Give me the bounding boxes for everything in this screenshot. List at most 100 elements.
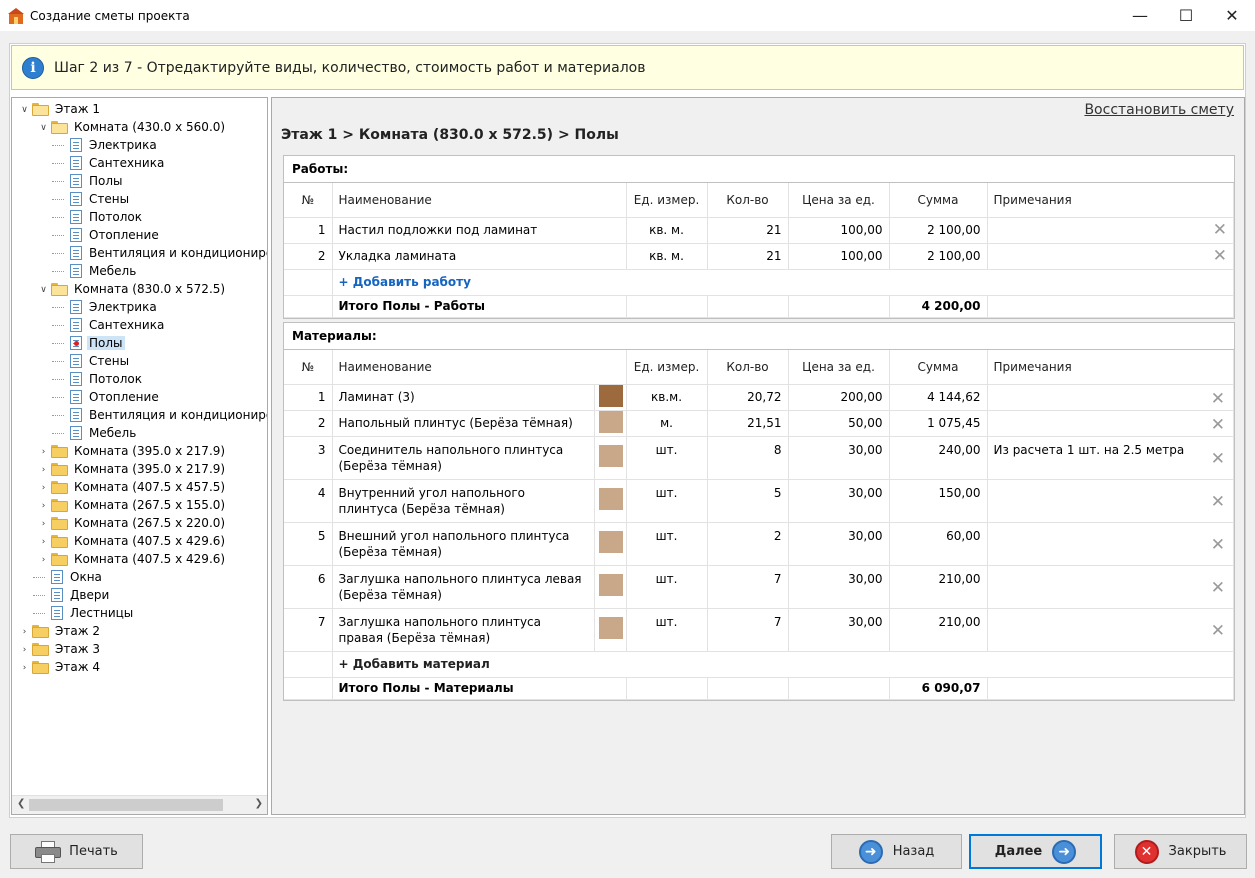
tree-item[interactable]: Стены [70,352,131,370]
tree-folder[interactable]: Комната (395.0 x 217.9) [51,460,227,478]
works-rows: 1 Настил подложки под ламинат кв. м. 21 100,… [284,217,1234,270]
maximize-button[interactable]: ☐ [1163,0,1209,31]
scroll-left-icon[interactable]: ❮ [17,798,25,809]
texture-swatch [598,574,623,596]
tree-item[interactable]: Электрика [70,298,159,316]
tree-connector [33,613,45,614]
close-button[interactable]: ✕ Закрыть [1114,834,1247,869]
tree-item[interactable]: Лестницы [51,604,135,622]
delete-material-icon[interactable]: ✕ [1211,578,1225,598]
material-price: 30,00 [788,608,890,652]
scroll-thumb[interactable] [29,799,223,811]
tree-folder[interactable]: Комната (407.5 x 457.5) [51,478,227,496]
chevron-down-icon[interactable]: ∨ [39,285,48,295]
tree-folder[interactable]: Этаж 2 [32,622,102,640]
back-button[interactable]: ➜ Назад [831,834,962,869]
minimize-button[interactable]: — [1117,0,1163,31]
col-qty: Кол-во [707,183,789,218]
work-row[interactable]: 2 Укладка ламината кв. м. 21 100,00 2 100,00 ✕ [284,243,1234,270]
tree-item[interactable]: Отопление [70,388,161,406]
window-close-button[interactable]: ✕ [1209,0,1255,31]
delete-material-icon[interactable]: ✕ [1211,535,1225,555]
next-button[interactable]: Далее ➜ [969,834,1102,869]
delete-material-icon[interactable]: ✕ [1211,449,1225,469]
delete-work-icon[interactable]: ✕ [987,217,1234,244]
chevron-right-icon[interactable]: › [39,537,48,547]
material-row[interactable]: 6 Заглушка напольного плинтуса левая (Бер… [284,565,1235,609]
tree-folder[interactable]: Комната (830.0 x 572.5) [51,280,227,298]
add-work-link[interactable]: + Добавить работу [339,275,471,289]
tree-item[interactable]: Мебель [70,424,138,442]
tree-item[interactable]: Окна [51,568,104,586]
material-qty: 7 [707,565,789,609]
materials-total-row: Итого Полы - Материалы 6 090,07 [284,677,1235,700]
tree-item[interactable]: Мебель [70,262,138,280]
col-num: № [284,350,333,385]
chevron-right-icon[interactable]: › [39,465,48,475]
tree-folder[interactable]: Комната (395.0 x 217.9) [51,442,227,460]
folder-open-icon [51,120,68,134]
scroll-right-icon[interactable]: ❯ [255,798,263,809]
delete-material-icon[interactable]: ✕ [1211,492,1225,512]
material-row[interactable]: 4 Внутренний угол напольного плинтуса (Бе… [284,479,1235,523]
material-row[interactable]: 5 Внешний угол напольного плинтуса (Берёз… [284,522,1235,566]
tree-folder[interactable]: Комната (267.5 x 155.0) [51,496,227,514]
chevron-down-icon[interactable]: ∨ [20,105,29,115]
tree-item[interactable]: Электрика [70,136,159,154]
work-row[interactable]: 1 Настил подложки под ламинат кв. м. 21 100,… [284,217,1234,244]
materials-title: Материалы: [284,323,1234,350]
chevron-right-icon[interactable]: › [39,447,48,457]
tree-item[interactable]: Стены [70,190,131,208]
document-icon [70,318,82,332]
delete-work-icon[interactable]: ✕ [987,243,1234,270]
chevron-right-icon[interactable]: › [39,519,48,529]
chevron-right-icon[interactable]: › [20,663,29,673]
texture-swatch [598,384,623,407]
tree-item[interactable]: Отопление [70,226,161,244]
delete-material-icon[interactable]: ✕ [1211,621,1225,641]
project-tree[interactable]: Этаж 1 ∨ Комната (430.0 x 560.0) ∨ Электрика… [11,97,268,815]
tree-folder[interactable]: Комната (407.5 x 429.6) [51,532,227,550]
chevron-right-icon[interactable]: › [20,627,29,637]
material-unit: шт. [626,479,708,523]
tree-label: Комната (430.0 x 560.0) [74,120,226,134]
tree-folder[interactable]: Комната (267.5 x 220.0) [51,514,227,532]
tree-item[interactable]: Потолок [70,370,144,388]
folder-icon [32,660,49,674]
tree-item[interactable]: Сантехника [70,154,166,172]
info-text: Шаг 2 из 7 - Отредактируйте виды, количе… [54,59,646,76]
material-sum: 150,00 [889,479,988,523]
tree-folder[interactable]: Комната (430.0 x 560.0) [51,118,227,136]
tree-connector [52,271,64,272]
chevron-down-icon[interactable]: ∨ [39,123,48,133]
delete-material-icon[interactable]: ✕ [1211,389,1225,409]
tree-item[interactable]: Двери [51,586,111,604]
add-material-link[interactable]: + Добавить материал [339,657,490,671]
tree-folder[interactable]: Этаж 1 [32,100,102,118]
tree-connector [52,199,64,200]
material-row[interactable]: 1 Ламинат (3) кв.м. 20,72 200,00 4 144,62 ✕ [284,384,1235,411]
chevron-right-icon[interactable]: › [39,483,48,493]
material-row[interactable]: 2 Напольный плинтус (Берёза тёмная) м. 21,5… [284,410,1235,437]
chevron-right-icon[interactable]: › [39,501,48,511]
restore-estimate-link[interactable]: Восстановить смету [1084,102,1234,118]
tree-item[interactable]: Полы [70,334,125,352]
tree-folder[interactable]: Комната (407.5 x 429.6) [51,550,227,568]
tree-list: Этаж 1 ∨ Комната (430.0 x 560.0) ∨ Электрика… [12,98,267,794]
tree-item[interactable]: Вентиляция и кондиционирова [70,244,267,262]
chevron-right-icon[interactable]: › [39,555,48,565]
delete-material-icon[interactable]: ✕ [1211,415,1225,435]
tree-folder[interactable]: Этаж 4 [32,658,102,676]
material-row[interactable]: 3 Соединитель напольного плинтуса (Берёза… [284,436,1235,480]
tree-item[interactable]: Вентиляция и кондиционирова [70,406,267,424]
material-row[interactable]: 7 Заглушка напольного плинтуса правая (Бе… [284,608,1235,652]
tree-item[interactable]: Потолок [70,208,144,226]
tree-horizontal-scrollbar[interactable]: ❮ ❯ [12,795,267,814]
tree-item[interactable]: Сантехника [70,316,166,334]
chevron-right-icon[interactable]: › [20,645,29,655]
document-icon [70,192,82,206]
print-button[interactable]: Печать [10,834,143,869]
tree-item[interactable]: Полы [70,172,125,190]
tree-folder[interactable]: Этаж 3 [32,640,102,658]
tree-label: Комната (267.5 x 220.0) [74,516,226,530]
